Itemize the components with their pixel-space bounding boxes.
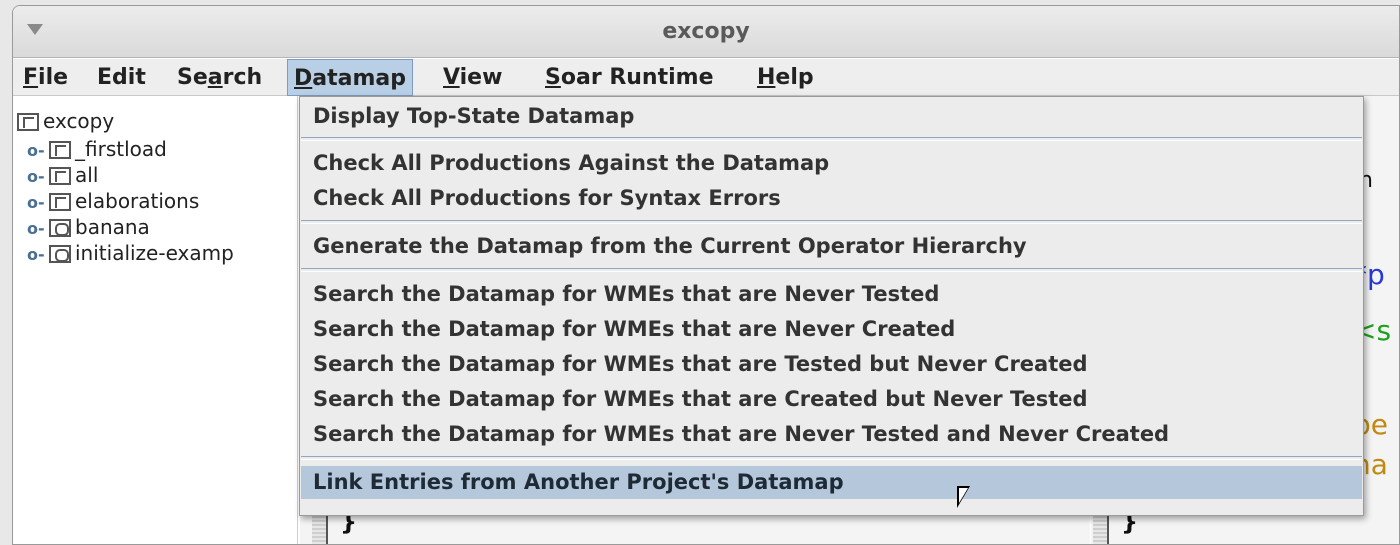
tree-item[interactable]: o-initialize-examp bbox=[27, 240, 234, 266]
tree-root[interactable]: excopy bbox=[17, 108, 114, 134]
menu-view[interactable]: View bbox=[437, 59, 508, 96]
tree-item[interactable]: o-all bbox=[27, 162, 98, 188]
expand-handle-icon[interactable]: o- bbox=[27, 138, 49, 164]
menu-datamap[interactable]: Datamap bbox=[287, 59, 413, 96]
menu-item-search-never-created[interactable]: Search the Datamap for WMEs that are Nev… bbox=[301, 313, 1362, 346]
folder-file-icon bbox=[49, 141, 71, 159]
menu-item-generate-datamap[interactable]: Generate the Datamap from the Current Op… bbox=[301, 230, 1362, 263]
menu-item-check-productions-datamap[interactable]: Check All Productions Against the Datama… bbox=[301, 147, 1362, 180]
folder-file-icon bbox=[49, 193, 71, 211]
expand-handle-icon[interactable]: o- bbox=[27, 216, 49, 242]
menu-item-check-syntax-errors[interactable]: Check All Productions for Syntax Errors bbox=[301, 182, 1362, 215]
expand-handle-icon[interactable]: o- bbox=[27, 164, 49, 190]
menu-separator bbox=[301, 268, 1362, 272]
operator-icon bbox=[49, 219, 71, 237]
folder-file-icon bbox=[17, 113, 39, 131]
datamap-dropdown-menu: Display Top-State Datamap Check All Prod… bbox=[299, 96, 1364, 516]
menu-soar-runtime[interactable]: Soar Runtime bbox=[539, 59, 720, 96]
menu-file[interactable]: File bbox=[17, 59, 74, 96]
menu-item-search-tested-never-created[interactable]: Search the Datamap for WMEs that are Tes… bbox=[301, 348, 1362, 381]
application-window: excopy File Edit Search Datamap View Soa… bbox=[12, 5, 1400, 545]
expand-handle-icon[interactable]: o- bbox=[27, 242, 49, 268]
menu-help[interactable]: Help bbox=[751, 59, 820, 96]
menu-edit[interactable]: Edit bbox=[91, 59, 152, 96]
menu-separator bbox=[301, 137, 1362, 141]
folder-file-icon bbox=[49, 167, 71, 185]
menu-item-display-top-state-datamap[interactable]: Display Top-State Datamap bbox=[301, 100, 1362, 133]
tree-item[interactable]: o- _firstload bbox=[27, 136, 167, 162]
menu-separator bbox=[301, 220, 1362, 224]
title-bar[interactable]: excopy bbox=[13, 6, 1399, 58]
operator-hierarchy-tree: excopy o- _firstload o-all o-elaborations… bbox=[13, 96, 298, 544]
menu-item-search-never-tested-never-created[interactable]: Search the Datamap for WMEs that are Nev… bbox=[301, 418, 1362, 451]
expand-handle-icon[interactable]: o- bbox=[27, 190, 49, 216]
window-title: excopy bbox=[662, 19, 750, 44]
menu-separator bbox=[301, 456, 1362, 460]
menu-item-link-entries-datamap[interactable]: Link Entries from Another Project's Data… bbox=[301, 466, 1362, 499]
menu-bar: File Edit Search Datamap View Soar Runti… bbox=[13, 59, 1399, 96]
menu-item-search-created-never-tested[interactable]: Search the Datamap for WMEs that are Cre… bbox=[301, 383, 1362, 416]
tree-item[interactable]: o-banana bbox=[27, 214, 150, 240]
operator-icon bbox=[49, 245, 71, 263]
menu-search[interactable]: Search bbox=[171, 59, 268, 96]
tree-item[interactable]: o-elaborations bbox=[27, 188, 199, 214]
menu-item-search-never-tested[interactable]: Search the Datamap for WMEs that are Nev… bbox=[301, 278, 1362, 311]
